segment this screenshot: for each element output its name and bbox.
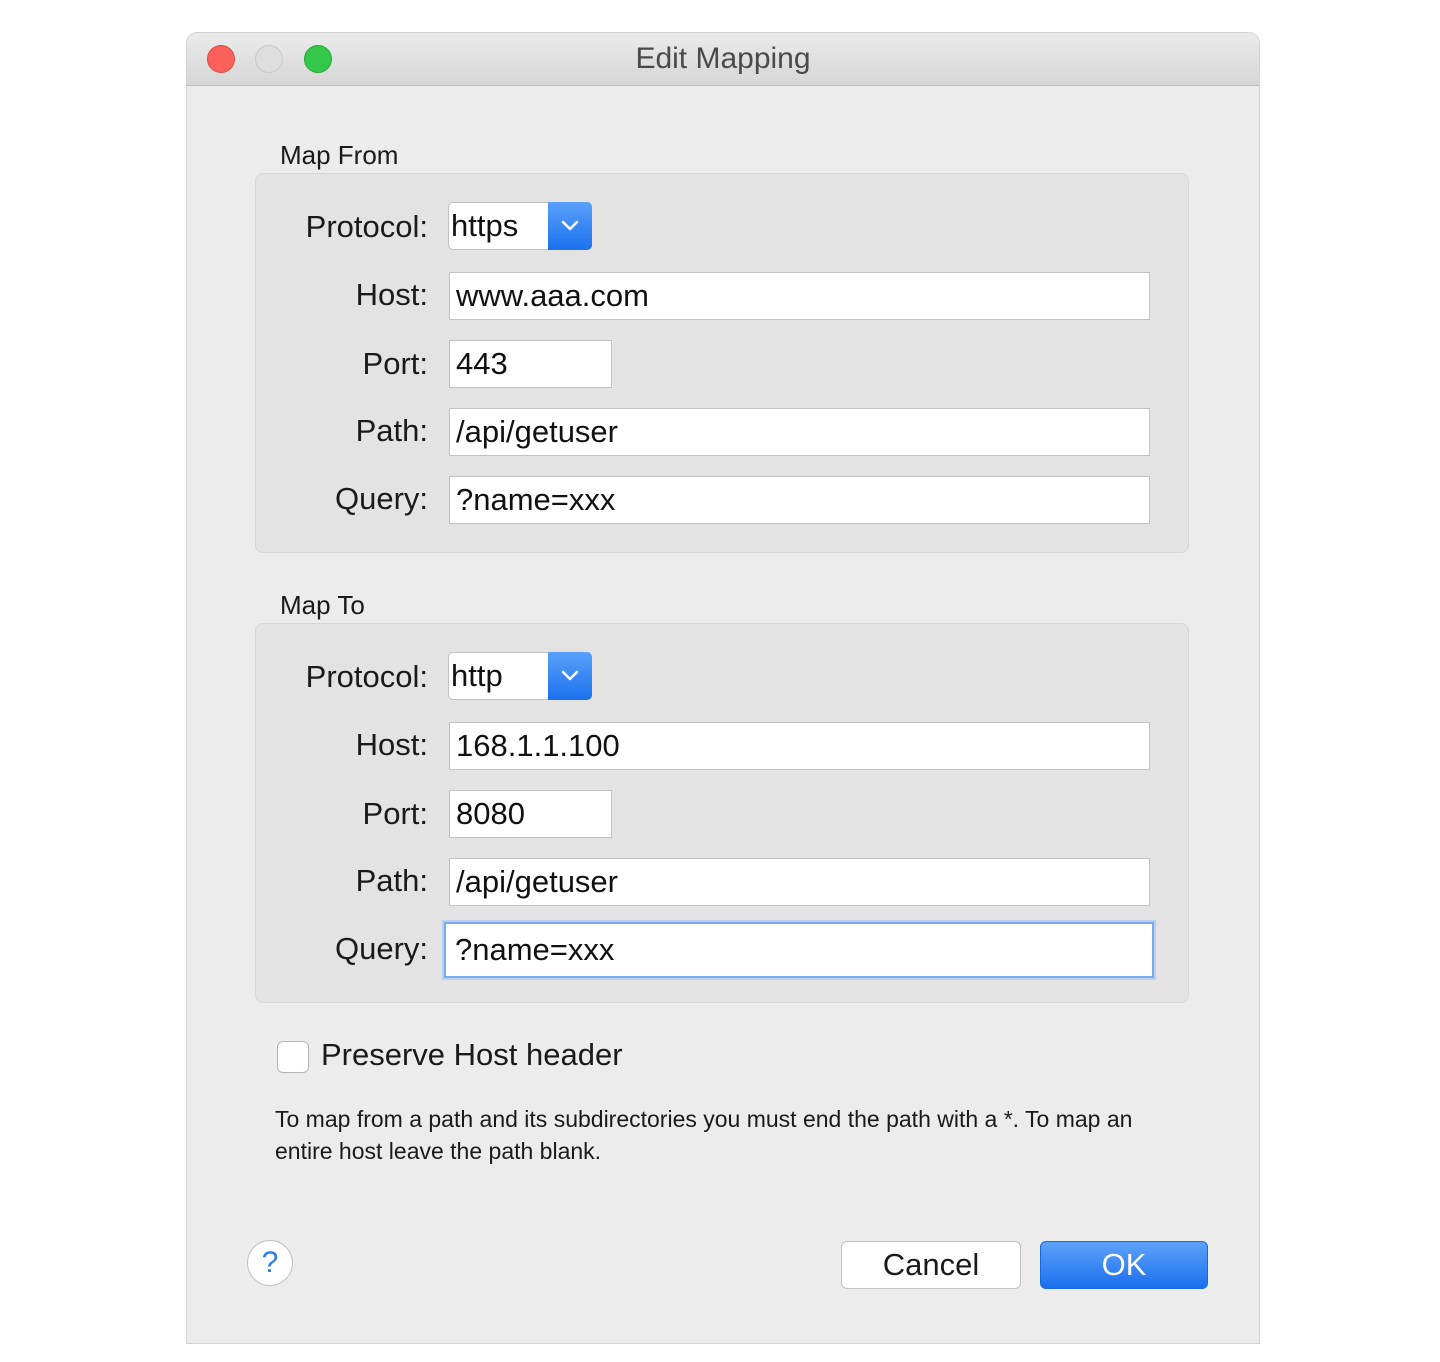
ok-button[interactable]: OK <box>1040 1241 1208 1289</box>
help-button[interactable]: ? <box>247 1240 293 1286</box>
from-port-label: Port: <box>362 346 428 381</box>
map-from-panel: Protocol: https Host: www.aaa.com Port: … <box>255 173 1189 553</box>
map-to-label: Map To <box>280 590 365 620</box>
to-protocol-value: http <box>451 658 503 693</box>
to-port-input[interactable]: 8080 <box>449 790 612 838</box>
to-host-label: Host: <box>355 727 428 762</box>
from-path-label: Path: <box>355 413 428 448</box>
edit-mapping-dialog: Edit Mapping Map From Protocol: https Ho… <box>187 33 1259 1343</box>
to-port-label: Port: <box>362 796 428 831</box>
chevron-down-icon[interactable] <box>548 202 592 250</box>
from-host-input[interactable]: www.aaa.com <box>449 272 1150 320</box>
from-path-input[interactable]: /api/getuser <box>449 408 1150 456</box>
from-host-label: Host: <box>355 277 428 312</box>
map-to-panel: Protocol: http Host: 168.1.1.100 Port: 8… <box>255 623 1189 1003</box>
to-query-label: Query: <box>334 931 428 966</box>
cancel-button[interactable]: Cancel <box>841 1241 1021 1289</box>
window-title: Edit Mapping <box>635 42 811 75</box>
to-path-label: Path: <box>355 863 428 898</box>
chevron-down-icon[interactable] <box>548 652 592 700</box>
question-icon: ? <box>261 1246 279 1279</box>
title-bar[interactable]: Edit Mapping <box>187 33 1259 86</box>
from-query-label: Query: <box>334 481 428 516</box>
to-path-input[interactable]: /api/getuser <box>449 858 1150 906</box>
from-protocol-label: Protocol: <box>305 209 428 244</box>
from-port-input[interactable]: 443 <box>449 340 612 388</box>
map-from-label: Map From <box>280 140 399 170</box>
from-protocol-value: https <box>451 208 519 243</box>
hint-text: To map from a path and its subdirectorie… <box>275 1106 1133 1164</box>
from-query-input[interactable]: ?name=xxx <box>449 476 1150 524</box>
to-query-input[interactable]: ?name=xxx <box>444 922 1154 978</box>
to-protocol-select[interactable]: http <box>448 652 592 700</box>
from-protocol-select[interactable]: https <box>448 202 592 250</box>
to-protocol-label: Protocol: <box>305 659 428 694</box>
preserve-host-checkbox[interactable] <box>277 1041 309 1073</box>
to-host-input[interactable]: 168.1.1.100 <box>449 722 1150 770</box>
preserve-host-label[interactable]: Preserve Host header <box>321 1037 623 1073</box>
